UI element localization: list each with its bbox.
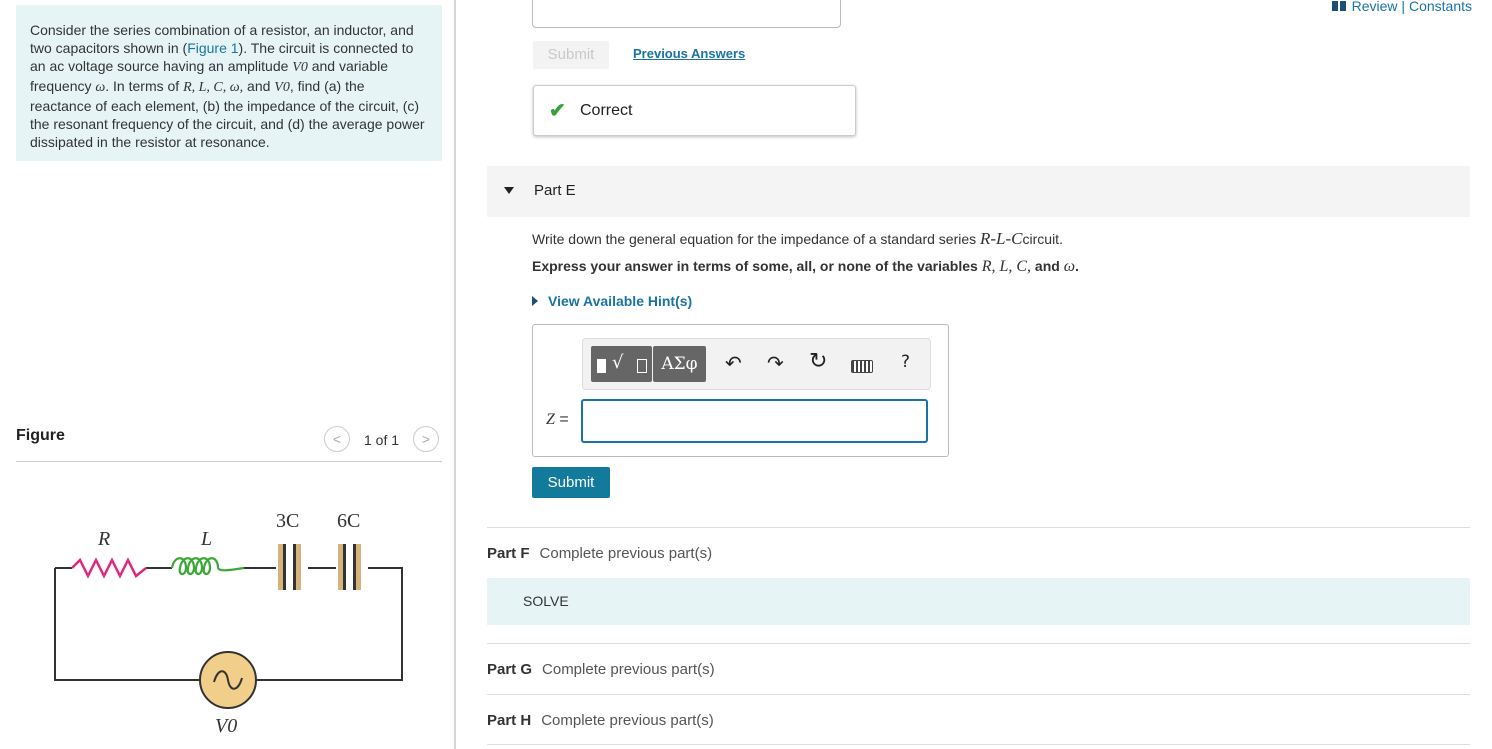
figure-count: 1 of 1: [364, 432, 400, 448]
inductor-symbol: [170, 557, 245, 576]
part-name: Part G: [487, 661, 533, 678]
keyboard-icon[interactable]: [851, 360, 873, 373]
capacitor-plate: [283, 544, 286, 590]
source-label: V0: [215, 715, 237, 737]
rlc-symbol: R-L-C: [980, 229, 1023, 248]
part-status: Complete previous part(s): [539, 545, 713, 562]
question-part: Write down the general equation for the …: [532, 231, 981, 247]
v0-symbol: V0: [274, 80, 290, 95]
reset-icon[interactable]: ↻: [809, 349, 827, 374]
view-hints-link[interactable]: View Available Hint(s): [532, 293, 692, 309]
previous-answer-input: [532, 0, 841, 28]
part-name: Part F: [487, 545, 530, 562]
express-part: .: [1075, 258, 1079, 274]
correct-label: Correct: [580, 102, 633, 119]
hint-label: View Available Hint(s): [548, 293, 693, 309]
correct-feedback: ✔ Correct: [533, 85, 856, 136]
template-box-icon: [637, 359, 647, 373]
divider: [487, 694, 1470, 695]
divider: [487, 643, 1470, 644]
variables: R, L, C, ω,: [183, 80, 244, 95]
part-e-title: Part E: [534, 182, 576, 199]
check-icon: ✔: [549, 100, 566, 122]
answer-label: Z =: [546, 411, 569, 429]
capacitor-plate: [296, 544, 301, 590]
part-status: Complete previous part(s): [542, 661, 715, 678]
question-part: circuit.: [1022, 231, 1063, 247]
help-icon[interactable]: ?: [901, 352, 910, 372]
caret-down-icon: [504, 187, 514, 194]
capacitor-plate: [278, 544, 283, 590]
redo-icon[interactable]: ↷: [767, 351, 784, 375]
math-toolbar: √ ΑΣφ ↶ ↷ ↻ ?: [582, 338, 931, 390]
answer-input[interactable]: [582, 400, 927, 442]
capacitor-plate: [356, 544, 361, 590]
figure-link[interactable]: Figure 1: [187, 40, 238, 56]
question-text: Write down the general equation for the …: [532, 229, 1063, 249]
capacitor-plate: [338, 544, 343, 590]
part-g-row: Part G Complete previous part(s): [487, 661, 715, 678]
divider: [487, 744, 1470, 745]
wire: [54, 568, 200, 681]
z-symbol: Z: [546, 411, 555, 428]
express-instruction: Express your answer in terms of some, al…: [532, 258, 1079, 276]
book-icon: [1331, 1, 1346, 11]
omega-symbol: ω: [1063, 258, 1076, 275]
express-part: and: [1031, 258, 1064, 274]
part-status: Complete previous part(s): [541, 712, 714, 729]
problem-statement: Consider the series combination of a res…: [16, 5, 442, 161]
express-part: Express your answer in terms of some, al…: [532, 258, 982, 274]
part-name: Part H: [487, 712, 532, 729]
part-e-header[interactable]: Part E: [487, 166, 1470, 217]
capacitor-plate: [353, 544, 356, 590]
review-constants-link[interactable]: Review | Constants: [1331, 0, 1472, 14]
divider: [487, 527, 1470, 528]
greek-symbols-button[interactable]: ΑΣφ: [653, 346, 706, 382]
resistor-symbol: [71, 557, 147, 579]
capacitor-6c-label: 6C: [337, 510, 360, 532]
chevron-right-icon[interactable]: >: [413, 426, 439, 452]
inductor-label: L: [200, 528, 212, 550]
omega-symbol: ω: [95, 80, 106, 95]
wire: [255, 567, 403, 681]
solve-section: SOLVE: [487, 578, 1470, 625]
capacitor-3c-label: 3C: [276, 510, 299, 532]
equals-sign: =: [559, 411, 569, 428]
submit-button[interactable]: Submit: [532, 467, 610, 498]
chevron-left-icon[interactable]: <: [324, 426, 350, 452]
capacitor-plate: [293, 544, 296, 590]
answer-panel: √ ΑΣφ ↶ ↷ ↻ ? Z =: [532, 324, 949, 457]
problem-text: . In terms of: [105, 78, 184, 94]
part-h-row: Part H Complete previous part(s): [487, 712, 714, 729]
problem-text: and: [243, 78, 275, 94]
resistor-label: R: [97, 528, 110, 550]
figure-title: Figure: [16, 427, 65, 444]
left-panel: Consider the series combination of a res…: [0, 0, 456, 749]
previous-answers-link[interactable]: Previous Answers: [633, 46, 745, 61]
v0-symbol: V0: [292, 60, 308, 75]
capacitor-plate: [343, 544, 346, 590]
undo-icon[interactable]: ↶: [725, 351, 742, 375]
radical-icon: √: [612, 352, 624, 373]
review-constants-label: Review | Constants: [1351, 0, 1472, 14]
express-variables: R, L, C,: [981, 258, 1032, 275]
circuit-diagram: R L 3C 6C V0: [54, 510, 403, 737]
part-f-row: Part F Complete previous part(s): [487, 545, 712, 562]
templates-icon[interactable]: √: [591, 346, 652, 382]
solve-label: SOLVE: [523, 593, 569, 609]
figure-header: Figure < 1 of 1 >: [16, 424, 442, 462]
submit-button-disabled: Submit: [533, 41, 609, 69]
template-square-icon: [597, 359, 606, 373]
caret-right-icon: [532, 296, 538, 306]
